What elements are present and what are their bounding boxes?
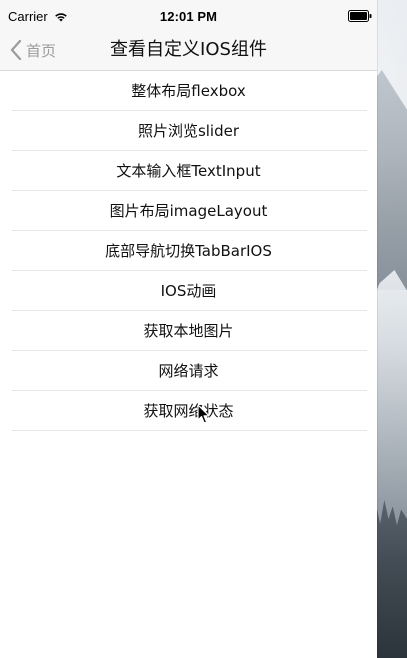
navigation-bar: 首页 查看自定义IOS组件 — [0, 30, 377, 71]
list-item-network-status[interactable]: 获取网络状态 — [0, 391, 377, 431]
list-item-local-images[interactable]: 获取本地图片 — [0, 311, 377, 351]
back-button-label: 首页 — [26, 41, 57, 60]
list-item-slider[interactable]: 照片浏览slider — [0, 111, 377, 151]
page-title: 查看自定义IOS组件 — [110, 39, 267, 60]
status-time: 12:01 PM — [159, 9, 218, 24]
back-button[interactable]: 首页 — [10, 36, 56, 64]
list-item-network-request[interactable]: 网络请求 — [0, 351, 377, 391]
list-item-flexbox[interactable]: 整体布局flexbox — [0, 71, 377, 111]
component-list: 整体布局flexbox 照片浏览slider 文本输入框TextInput 图片… — [0, 71, 377, 431]
simulator-screen: Carrier 12:01 PM 首页 查看自定义IOS组件 整体布局flexb… — [0, 0, 377, 658]
chevron-left-icon — [10, 40, 22, 60]
list-item-textinput[interactable]: 文本输入框TextInput — [0, 151, 377, 191]
list-item-tabbarios[interactable]: 底部导航切换TabBarIOS — [0, 231, 377, 271]
status-bar: Carrier 12:01 PM — [0, 0, 377, 30]
battery-icon — [348, 10, 372, 22]
list-item-imagelayout[interactable]: 图片布局imageLayout — [0, 191, 377, 231]
list-item-ios-animation[interactable]: IOS动画 — [0, 271, 377, 311]
